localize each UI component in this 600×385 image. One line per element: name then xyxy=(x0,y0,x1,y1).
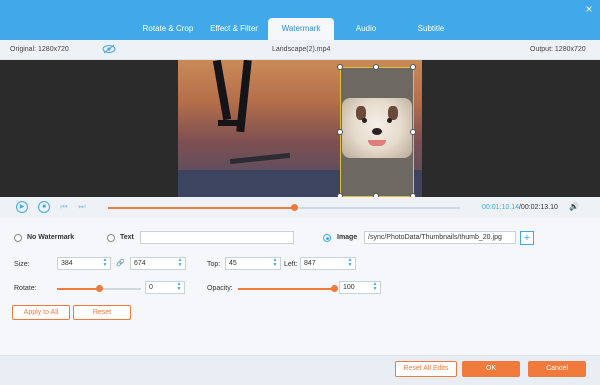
image-label: Image xyxy=(337,234,358,241)
height-field[interactable]: 674 ▲ ▼ xyxy=(130,257,186,270)
left-value: 847 xyxy=(304,260,316,267)
output-resolution: Output: 1280x720 xyxy=(530,46,586,53)
width-stepper-icon[interactable]: ▲ ▼ xyxy=(101,258,109,269)
tab-effect-filter[interactable]: Effect & Filter xyxy=(203,18,265,40)
opacity-slider-thumb[interactable] xyxy=(330,285,338,292)
seek-thumb[interactable] xyxy=(291,204,299,211)
link-icon[interactable]: 🔗 xyxy=(116,259,125,267)
left-label: Left: xyxy=(284,261,298,268)
original-resolution: Original: 1280x720 xyxy=(10,46,69,53)
cancel-button[interactable]: Cancel xyxy=(528,361,586,377)
radio-image[interactable] xyxy=(323,234,331,242)
radio-no-watermark[interactable] xyxy=(14,234,22,242)
resize-handle-right[interactable] xyxy=(410,129,416,135)
resize-handle-top[interactable] xyxy=(373,64,379,70)
info-bar: Original: 1280x720 Landscape(2).mp4 Outp… xyxy=(0,40,600,60)
watermark-image xyxy=(342,98,412,158)
opacity-value: 100 xyxy=(343,284,355,291)
resize-handle-tr[interactable] xyxy=(410,64,416,70)
volume-icon[interactable]: 🔊 xyxy=(568,201,580,213)
reset-button[interactable]: Reset xyxy=(73,305,131,320)
top-value: 45 xyxy=(229,260,237,267)
tab-rotate-crop[interactable]: Rotate & Crop xyxy=(133,18,203,40)
timecode: 00:01:10.14/00:02:13.10 xyxy=(482,204,558,211)
width-field[interactable]: 384 ▲ ▼ xyxy=(57,257,111,270)
top-stepper-icon[interactable]: ▲ ▼ xyxy=(271,258,279,269)
tab-bar: Rotate & Crop Effect & Filter Watermark … xyxy=(0,0,600,40)
left-stepper-icon[interactable]: ▲ ▼ xyxy=(346,258,354,269)
size-label: Size: xyxy=(14,261,30,268)
close-icon[interactable]: × xyxy=(582,2,596,16)
stop-icon[interactable]: ■ xyxy=(38,201,50,213)
reset-all-edits-button[interactable]: Reset All Edits xyxy=(395,361,457,377)
rotate-stepper-icon[interactable]: ▲ ▼ xyxy=(175,282,183,293)
opacity-stepper-icon[interactable]: ▲ ▼ xyxy=(371,282,379,293)
previous-frame-icon[interactable]: ⏮ xyxy=(58,201,70,213)
width-value: 384 xyxy=(61,260,73,267)
tab-audio[interactable]: Audio xyxy=(340,18,392,40)
total-time: /00:02:13.10 xyxy=(518,204,558,211)
eye-hidden-icon[interactable] xyxy=(102,44,116,54)
text-watermark-input[interactable] xyxy=(140,231,294,244)
opacity-slider[interactable] xyxy=(238,288,334,290)
tab-watermark[interactable]: Watermark xyxy=(268,18,334,40)
play-icon[interactable]: ▶ xyxy=(16,201,28,213)
current-time: 00:01:10.14 xyxy=(482,204,519,211)
image-path-field[interactable]: /sync/PhotoData/Thumbnails/thumb_20.jpg xyxy=(364,231,516,244)
no-watermark-label: No Watermark xyxy=(27,234,75,241)
top-label: Top: xyxy=(207,261,221,268)
ok-button[interactable]: OK xyxy=(462,361,520,377)
left-field[interactable]: 847 ▲ ▼ xyxy=(300,257,356,270)
text-label: Text xyxy=(120,234,134,241)
add-image-button[interactable]: + xyxy=(520,231,534,245)
seek-progress xyxy=(108,207,295,209)
file-name: Landscape(2).mp4 xyxy=(272,46,331,53)
seek-bar[interactable] xyxy=(108,207,460,209)
rotate-slider-thumb[interactable] xyxy=(95,285,103,292)
resize-handle-tl[interactable] xyxy=(337,64,343,70)
next-frame-icon[interactable]: ⏭ xyxy=(76,201,88,213)
height-stepper-icon[interactable]: ▲ ▼ xyxy=(176,258,184,269)
rotate-field[interactable]: 0 ▲ ▼ xyxy=(145,281,185,294)
tab-subtitle[interactable]: Subtitle xyxy=(402,18,460,40)
opacity-label: Opacity: xyxy=(207,285,233,292)
resize-handle-left[interactable] xyxy=(337,129,343,135)
height-value: 674 xyxy=(134,260,146,267)
top-field[interactable]: 45 ▲ ▼ xyxy=(225,257,281,270)
rotate-label: Rotate: xyxy=(14,285,37,292)
radio-text[interactable] xyxy=(107,234,115,242)
opacity-field[interactable]: 100 ▲ ▼ xyxy=(339,281,381,294)
watermark-image-box[interactable] xyxy=(337,64,416,199)
apply-to-all-button[interactable]: Apply to All xyxy=(12,305,70,320)
rotate-value: 0 xyxy=(149,284,153,291)
